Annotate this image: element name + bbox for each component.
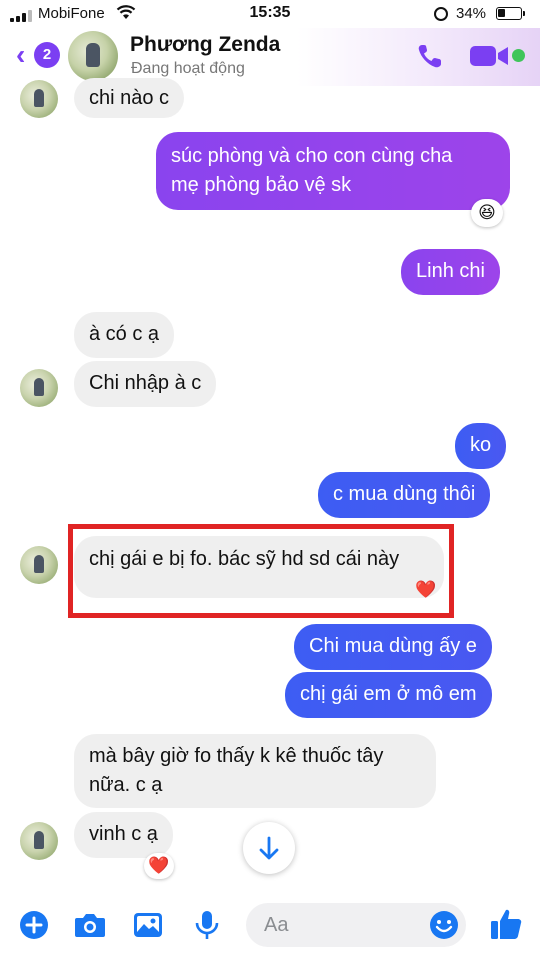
camera-icon[interactable] xyxy=(73,910,107,940)
message-bubble[interactable]: vinh c ạ xyxy=(74,812,173,858)
composer-bar xyxy=(0,890,540,960)
back-chevron-icon: ‹ xyxy=(16,39,26,70)
emoji-icon[interactable] xyxy=(428,909,460,941)
battery-group: 34% xyxy=(434,5,530,22)
battery-icon xyxy=(496,7,522,20)
conversation-header: ‹ 2 Phương Zenda Đang hoạt động xyxy=(0,28,540,86)
message-bubble[interactable]: chị gái em ở mô em xyxy=(285,672,492,718)
message-bubble[interactable]: Chi mua dùng ấy e xyxy=(294,624,492,670)
message-list[interactable]: chi nào c súc phòng và cho con cùng cha … xyxy=(0,78,540,890)
rotation-lock-icon xyxy=(434,7,448,21)
message-line: mà bây giờ fo thấy k kê thuốc tây xyxy=(89,745,384,767)
message-bubble[interactable]: Linh chi xyxy=(401,249,500,295)
reaction-badge[interactable]: ❤️ xyxy=(144,853,174,879)
message-input-field[interactable] xyxy=(246,903,466,947)
message-bubble[interactable]: chi nào c xyxy=(74,78,185,118)
sender-avatar[interactable] xyxy=(20,369,58,407)
arrow-down-icon xyxy=(259,836,279,860)
message-bubble[interactable]: c mua dùng thôi xyxy=(318,472,491,518)
message-bubble[interactable]: mà bây giờ fo thấy k kê thuốc tây nữa. c… xyxy=(74,734,436,808)
sender-avatar[interactable] xyxy=(20,80,58,118)
message-input[interactable] xyxy=(264,911,414,939)
back-button[interactable]: ‹ 2 xyxy=(12,40,62,70)
battery-fill xyxy=(498,9,505,17)
plus-icon[interactable] xyxy=(18,909,50,941)
scroll-to-bottom-button[interactable] xyxy=(243,822,295,874)
message-bubble[interactable]: súc phòng và cho con cùng cha mẹ phòng b… xyxy=(156,132,510,210)
contact-status: Đang hoạt động xyxy=(131,60,245,77)
highlight-box xyxy=(68,524,454,618)
unread-badge: 2 xyxy=(34,42,60,68)
thumbs-up-icon[interactable] xyxy=(488,906,524,942)
message-line: súc phòng và cho con cùng cha xyxy=(171,145,453,167)
active-status-dot xyxy=(512,49,525,62)
status-bar: MobiFone 15:35 34% xyxy=(0,0,540,28)
message-line: mẹ phòng bảo vệ sk xyxy=(171,174,352,196)
battery-tip xyxy=(523,11,525,16)
message-bubble[interactable]: ko xyxy=(455,423,507,469)
microphone-icon[interactable] xyxy=(190,910,224,940)
image-icon[interactable] xyxy=(131,910,165,940)
contact-name[interactable]: Phương Zenda xyxy=(130,33,280,57)
contact-avatar[interactable] xyxy=(68,31,118,81)
sender-avatar[interactable] xyxy=(20,546,58,584)
reaction-badge[interactable]: 😆 xyxy=(471,199,503,227)
video-camera-icon[interactable] xyxy=(468,42,512,70)
battery-percent: 34% xyxy=(456,5,487,22)
message-bubble[interactable]: Chi nhập à c xyxy=(74,361,217,407)
phone-icon[interactable] xyxy=(416,42,446,70)
message-bubble[interactable]: à có c ạ xyxy=(74,312,175,358)
message-line: nữa. c ạ xyxy=(89,774,163,796)
sender-avatar[interactable] xyxy=(20,822,58,860)
